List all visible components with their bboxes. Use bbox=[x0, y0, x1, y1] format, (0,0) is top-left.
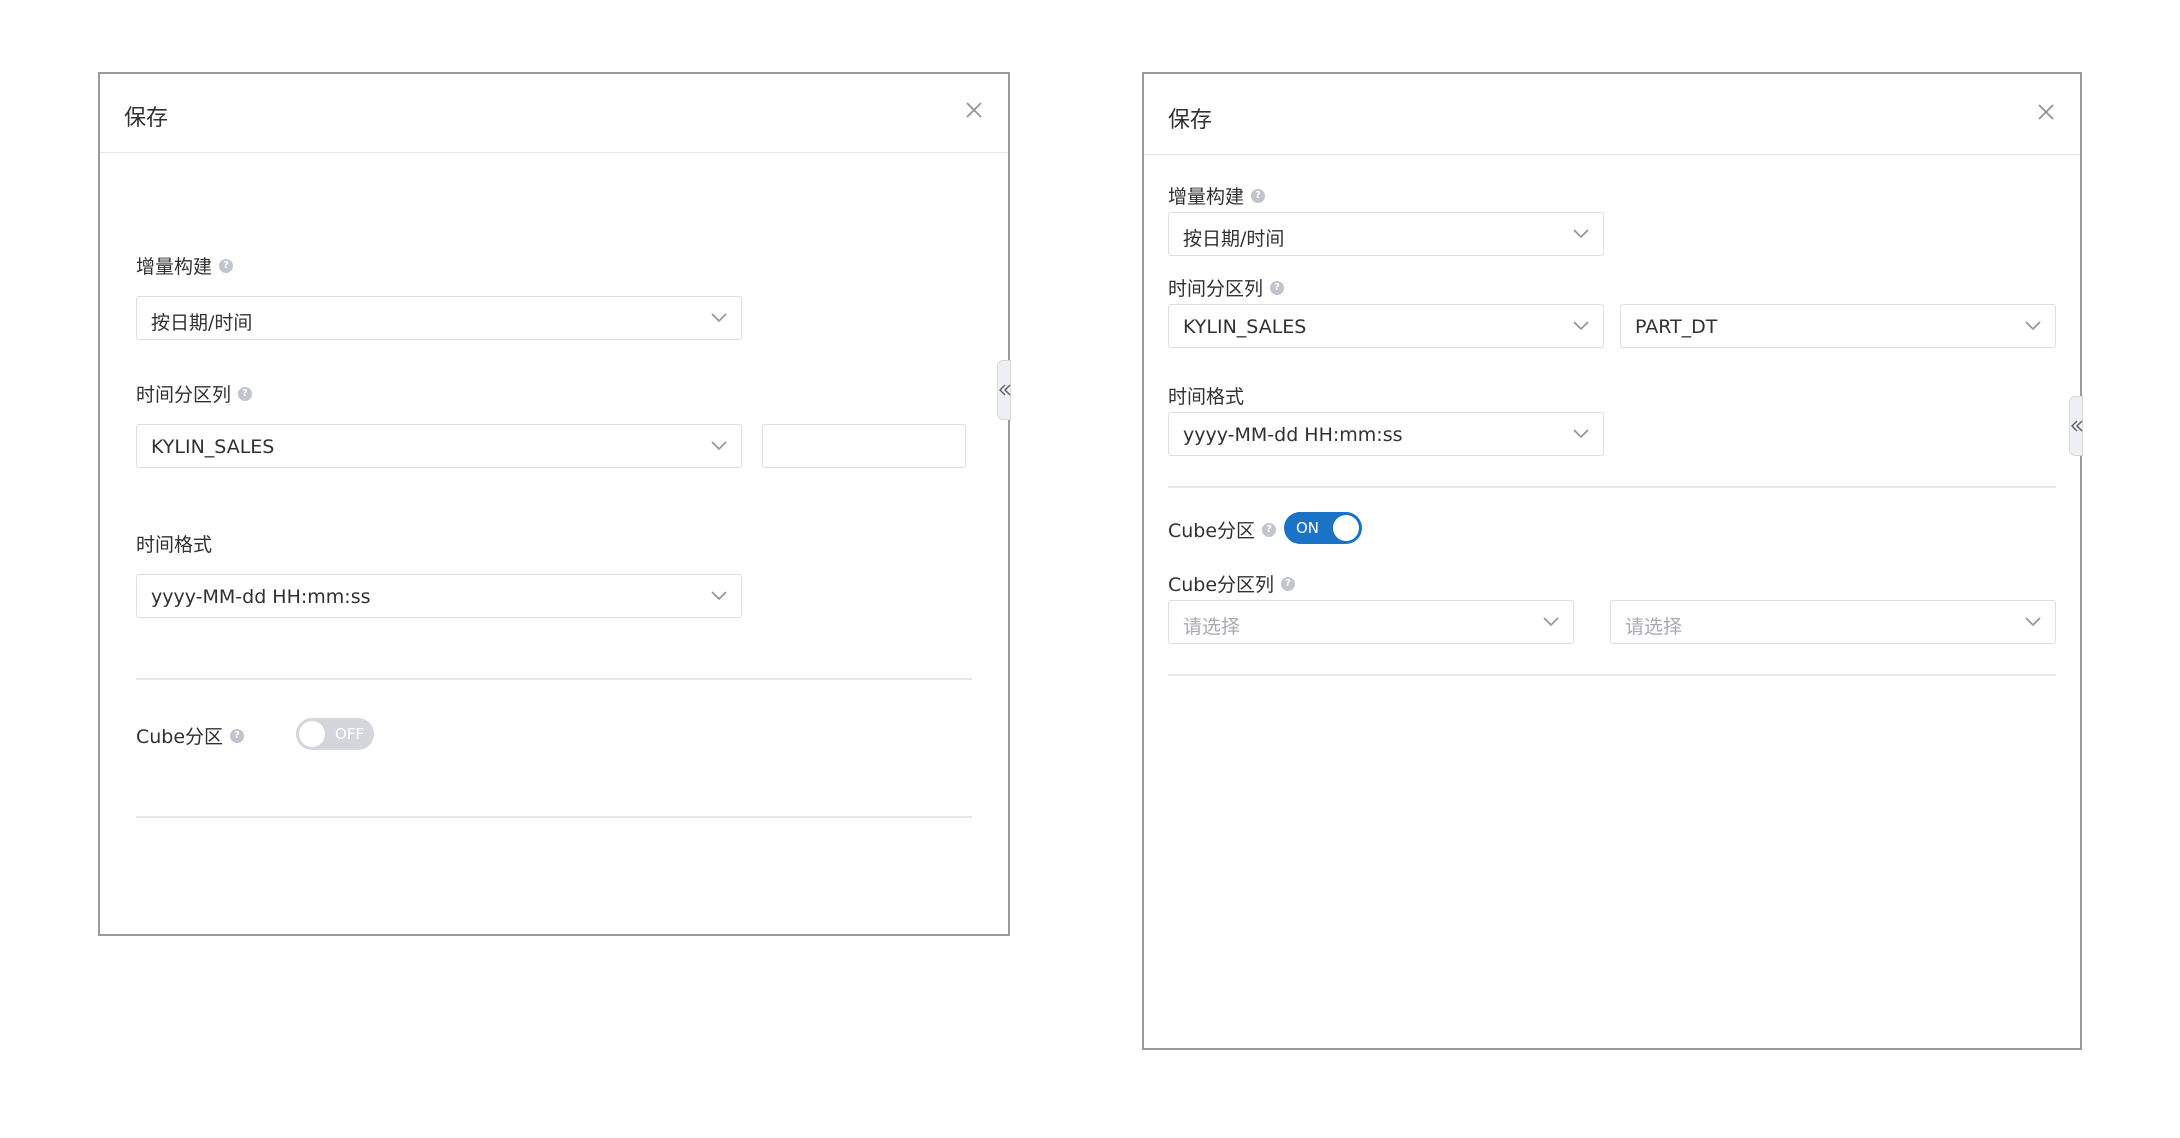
time-format-select[interactable]: yyyy-MM-dd HH:mm:ss bbox=[1168, 412, 1604, 456]
double-chevron-left-icon bbox=[2071, 420, 2083, 432]
help-icon[interactable]: ? bbox=[219, 258, 234, 273]
dialog-header: 保存 bbox=[1144, 74, 2080, 155]
time-format-label: 时间格式 bbox=[136, 534, 213, 556]
help-icon[interactable]: ? bbox=[230, 728, 245, 743]
double-chevron-left-icon bbox=[999, 384, 1011, 396]
divider bbox=[136, 678, 972, 680]
cube-partition-switch[interactable]: ON bbox=[1284, 512, 1362, 544]
chevron-down-icon bbox=[2025, 321, 2041, 331]
cube-partition-label: Cube分区 ? bbox=[1168, 516, 1277, 543]
collapse-handle[interactable] bbox=[2069, 396, 2083, 456]
dialog-header: 保存 bbox=[100, 74, 1008, 153]
close-icon[interactable] bbox=[964, 100, 984, 120]
help-icon[interactable]: ? bbox=[1270, 280, 1285, 295]
collapse-handle[interactable] bbox=[997, 360, 1011, 420]
help-icon[interactable]: ? bbox=[1281, 576, 1296, 591]
incremental-build-label: 增量构建 ? bbox=[1168, 182, 1266, 209]
divider bbox=[1168, 486, 2056, 488]
save-dialog-right: 保存 增量构建 ? 按日期/时间 时间分区列 ? KYLIN_SALES PAR… bbox=[1142, 72, 2083, 1050]
incremental-build-select[interactable]: 按日期/时间 bbox=[1168, 212, 1604, 256]
time-format-label: 时间格式 bbox=[1168, 386, 1245, 408]
help-icon[interactable]: ? bbox=[238, 386, 253, 401]
divider bbox=[136, 816, 972, 818]
chevron-down-icon bbox=[2025, 617, 2041, 627]
help-icon[interactable]: ? bbox=[1262, 522, 1277, 537]
partition-column-select[interactable]: PART_DT bbox=[1620, 304, 2056, 348]
save-dialog-left: 保存 增量构建 ? 按日期/时间 时间分区列 ? KYLIN_SALES 时间格… bbox=[98, 72, 1011, 936]
dialog-title: 保存 bbox=[124, 106, 169, 131]
partition-table-select[interactable]: KYLIN_SALES bbox=[1168, 304, 1604, 348]
partition-column-select-hidden bbox=[762, 424, 966, 468]
cube-partition-column-select-1[interactable]: 请选择 bbox=[1168, 600, 1574, 644]
chevron-down-icon bbox=[711, 441, 727, 451]
cube-partition-label: Cube分区 ? bbox=[136, 722, 245, 749]
switch-knob bbox=[1333, 515, 1359, 541]
incremental-build-label: 增量构建 ? bbox=[136, 252, 234, 279]
chevron-down-icon bbox=[1543, 617, 1559, 627]
time-format-select[interactable]: yyyy-MM-dd HH:mm:ss bbox=[136, 574, 742, 618]
cube-partition-column-select-2[interactable]: 请选择 bbox=[1610, 600, 2056, 644]
partition-table-select[interactable]: KYLIN_SALES bbox=[136, 424, 742, 468]
divider bbox=[1168, 674, 2056, 676]
dialog-title: 保存 bbox=[1168, 108, 1213, 133]
chevron-down-icon bbox=[711, 313, 727, 323]
time-partition-label: 时间分区列 ? bbox=[1168, 274, 1285, 301]
incremental-build-select[interactable]: 按日期/时间 bbox=[136, 296, 742, 340]
close-icon[interactable] bbox=[2036, 102, 2056, 122]
cube-partition-column-label: Cube分区列 ? bbox=[1168, 570, 1296, 597]
help-icon[interactable]: ? bbox=[1251, 188, 1266, 203]
switch-knob bbox=[299, 721, 325, 747]
chevron-down-icon bbox=[1573, 429, 1589, 439]
cube-partition-switch[interactable]: OFF bbox=[296, 718, 374, 750]
chevron-down-icon bbox=[1573, 229, 1589, 239]
chevron-down-icon bbox=[1573, 321, 1589, 331]
chevron-down-icon bbox=[711, 591, 727, 601]
time-partition-label: 时间分区列 ? bbox=[136, 380, 253, 407]
